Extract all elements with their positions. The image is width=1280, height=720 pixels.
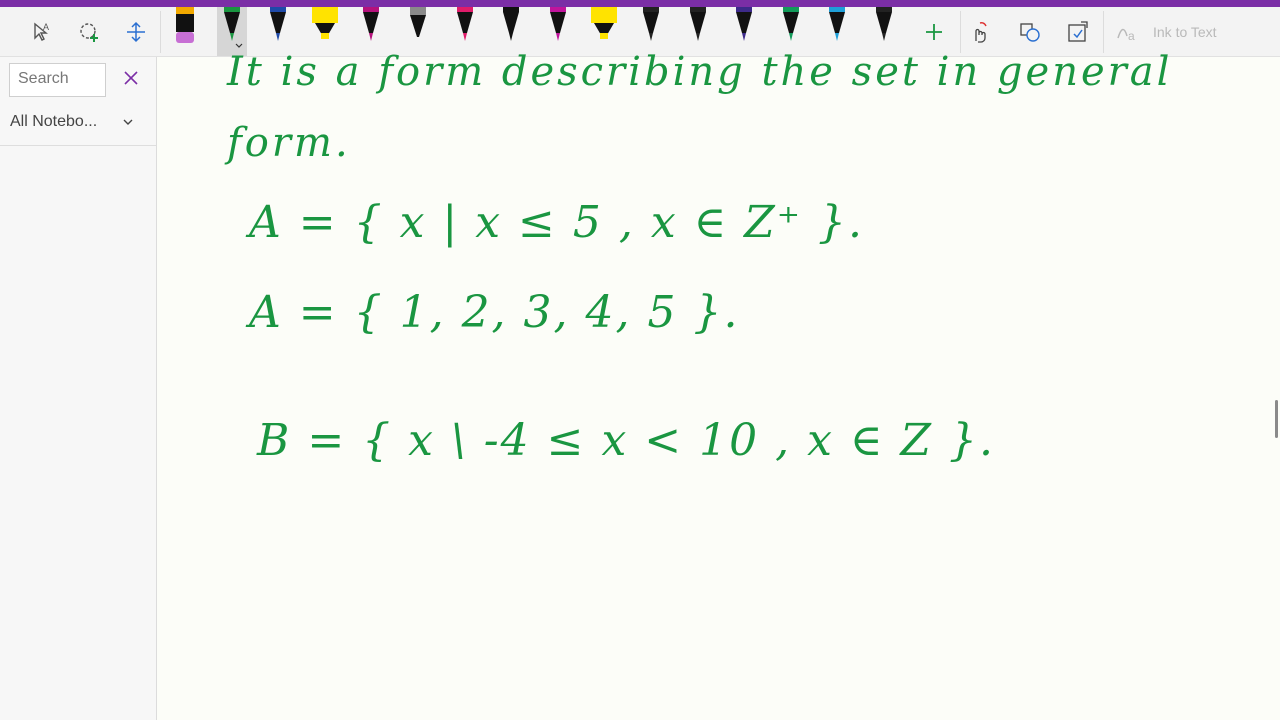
ink-to-text-button[interactable]: a Ink to Text <box>1115 14 1245 50</box>
sidebar-divider <box>0 145 156 146</box>
eraser-tool[interactable] <box>170 7 200 56</box>
chevron-down-icon <box>122 115 134 133</box>
handwriting-line: A = { 1, 2, 3, 4, 5 }. <box>249 287 740 338</box>
plus-icon[interactable] <box>918 15 950 49</box>
toolbar-divider <box>1103 11 1104 53</box>
search-scope-dropdown[interactable]: All Notebo... <box>10 107 146 137</box>
ink-to-text-label: Ink to Text <box>1153 24 1217 40</box>
ink-to-shape-icon[interactable] <box>1014 15 1046 49</box>
toolbar-divider <box>960 11 961 53</box>
handwriting-line: form. <box>227 120 351 166</box>
close-icon <box>123 70 139 91</box>
toolbar-divider <box>160 11 161 53</box>
note-page-canvas[interactable]: It is a form describing the set in gener… <box>157 49 1280 720</box>
lasso-select-icon[interactable]: A <box>26 15 58 49</box>
insert-space-icon[interactable] <box>120 15 152 49</box>
title-accent-band <box>0 0 1280 7</box>
handwriting-line: B = { x \ -4 ≤ x < 10 , x ∈ Z }. <box>257 415 995 466</box>
ink-replay-icon[interactable] <box>1062 15 1094 49</box>
vertical-scrollbar[interactable] <box>1275 400 1278 438</box>
search-scope-label: All Notebo... <box>10 113 98 130</box>
search-input[interactable] <box>10 64 112 94</box>
search-sidebar: All Notebo... <box>0 57 157 720</box>
svg-text:a: a <box>1128 29 1135 43</box>
touch-draw-icon[interactable] <box>964 15 996 49</box>
add-space-icon[interactable] <box>73 15 105 49</box>
handwriting-line: It is a form describing the set in gener… <box>227 49 1173 95</box>
ink-to-text-icon: a <box>1115 18 1141 47</box>
search-box <box>9 63 112 97</box>
close-search-button[interactable] <box>118 67 144 93</box>
svg-text:A: A <box>43 22 49 32</box>
handwriting-line: A = { x | x ≤ 5 , x ∈ Z⁺ }. <box>249 197 864 248</box>
